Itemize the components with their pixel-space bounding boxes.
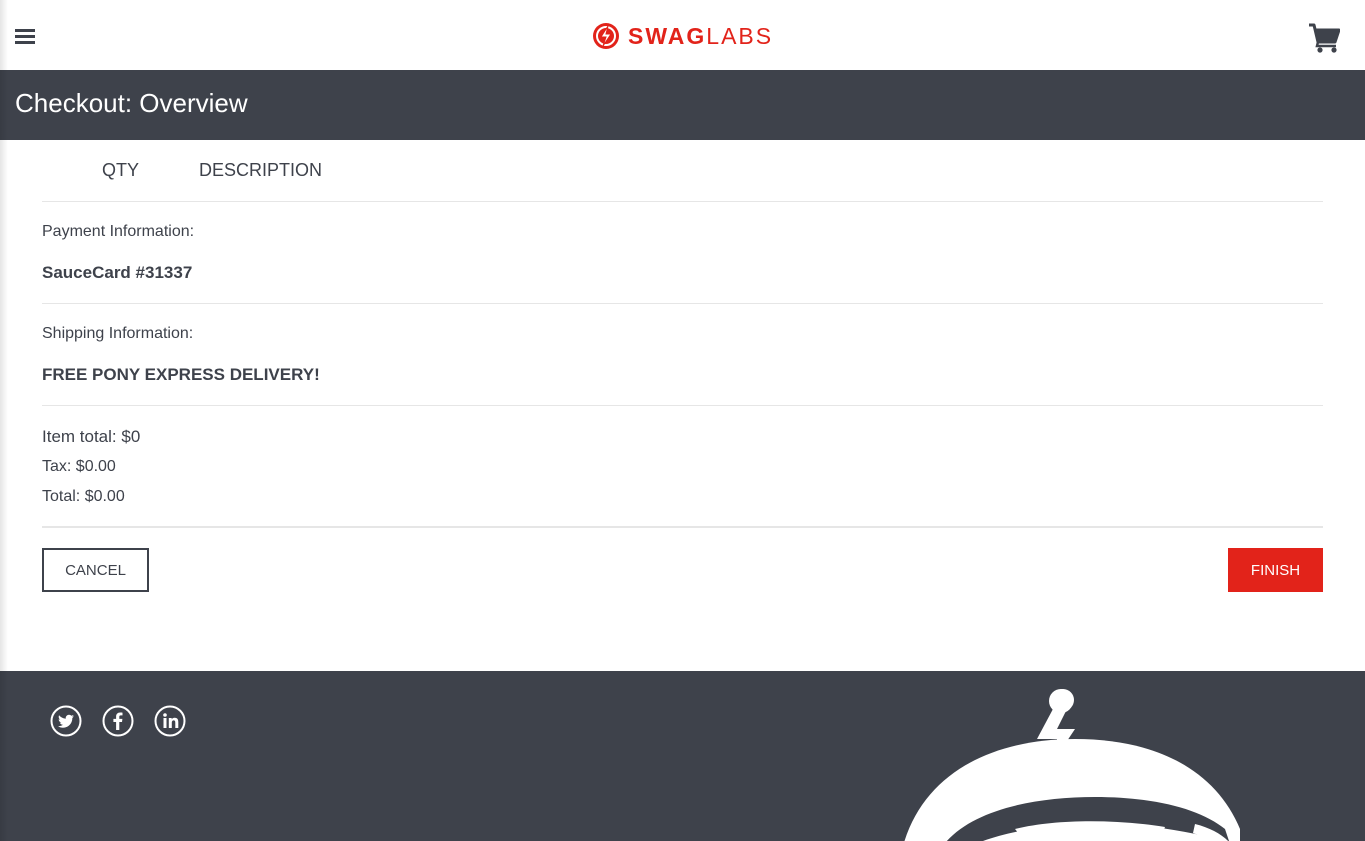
swag-labs-logo: SWAGLABS xyxy=(592,21,773,51)
payment-info-section: Payment Information: SauceCard #31337 xyxy=(42,202,1323,304)
cart-list-header: QTY DESCRIPTION xyxy=(42,140,1323,202)
swag-labs-logo-icon xyxy=(593,23,619,49)
checkout-actions: CANCEL FINISH xyxy=(42,528,1323,598)
facebook-icon[interactable] xyxy=(102,705,134,737)
logo-text-bold: SWAG xyxy=(628,23,707,49)
item-total-label: Item total: $0 xyxy=(42,427,141,446)
payment-info-value: SauceCard #31337 xyxy=(42,263,193,282)
total-label: Total: $0.00 xyxy=(42,488,125,505)
qty-column-header: QTY xyxy=(102,160,140,180)
twitter-icon[interactable] xyxy=(50,705,82,737)
linkedin-icon[interactable] xyxy=(154,705,186,737)
tax-label: Tax: $0.00 xyxy=(42,458,116,475)
hamburger-menu-icon[interactable] xyxy=(15,29,35,45)
payment-info-label: Payment Information: xyxy=(42,223,195,240)
cancel-button[interactable]: CANCEL xyxy=(42,548,149,592)
primary-header: SWAGLABS xyxy=(0,0,1365,70)
page-title: Checkout: Overview xyxy=(15,88,248,118)
checkout-summary-container: QTY DESCRIPTION Payment Information: Sau… xyxy=(42,140,1323,598)
shipping-info-value: FREE PONY EXPRESS DELIVERY! xyxy=(42,365,320,384)
price-summary: Item total: $0 Tax: $0.00 Total: $0.00 xyxy=(42,406,1323,528)
shipping-info-label: Shipping Information: xyxy=(42,325,194,342)
footer xyxy=(0,671,1365,841)
app-root: SWAGLABS Checkout: Overview QTY DESCRIPT… xyxy=(0,0,1365,841)
logo-text-light: LABS xyxy=(706,23,774,49)
shopping-cart-icon[interactable] xyxy=(1308,23,1340,53)
finish-button[interactable]: FINISH xyxy=(1228,548,1323,592)
swag-bot-robot-icon xyxy=(904,689,1240,841)
description-column-header: DESCRIPTION xyxy=(199,160,323,180)
shipping-info-section: Shipping Information: FREE PONY EXPRESS … xyxy=(42,304,1323,406)
logo-text: SWAGLABS xyxy=(628,22,773,50)
